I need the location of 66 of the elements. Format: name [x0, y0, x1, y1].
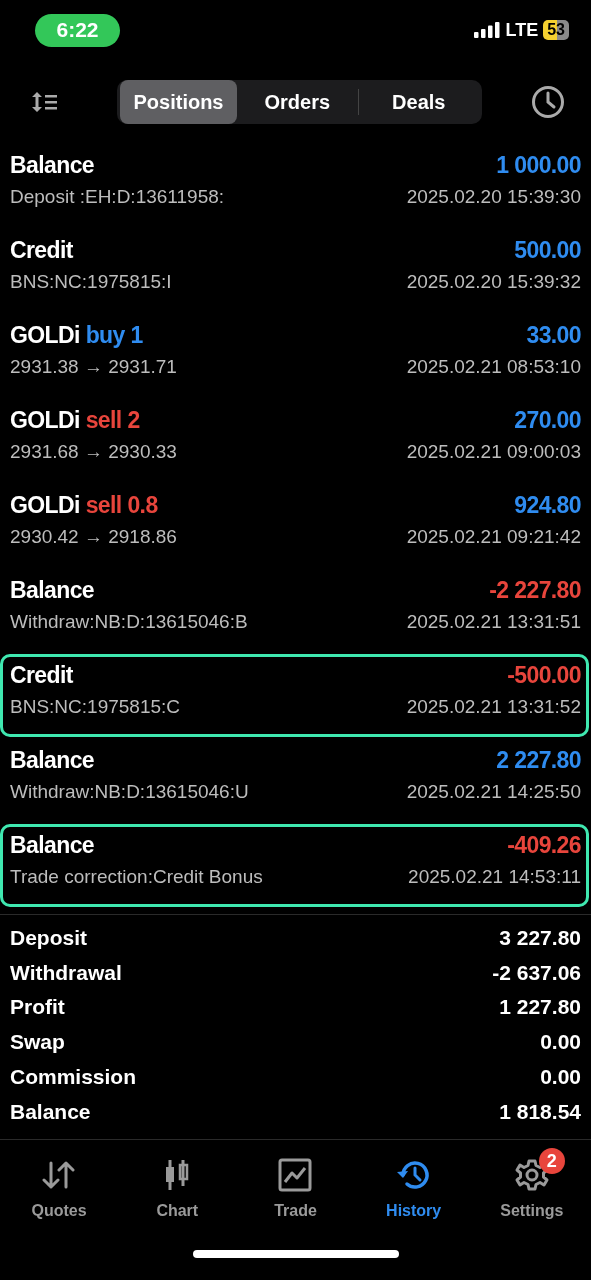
row-time: 2025.02.21 14:53:11	[408, 865, 581, 889]
row-time: 2025.02.21 09:21:42	[406, 525, 581, 549]
row-time: 2025.02.21 13:31:51	[406, 610, 581, 634]
row-comment: 2930.42 → 2918.86	[10, 525, 177, 549]
row-comment: Trade correction:Credit Bonus	[10, 865, 263, 889]
summary-label: Withdrawal	[10, 959, 122, 986]
nav-tab[interactable]: 2 Settings	[476, 1146, 587, 1221]
row-amount: 924.80	[514, 491, 581, 520]
summary-label: Balance	[10, 1098, 91, 1125]
row-comment: BNS:NC:1975815:C	[10, 695, 181, 719]
row-amount: 33.00	[526, 321, 581, 350]
signal-icon	[473, 22, 501, 38]
nav-tab[interactable]: Quotes	[4, 1146, 115, 1221]
summary-value: 1 227.80	[499, 994, 581, 1021]
row-title: GOLDi sell 2	[10, 406, 140, 435]
sort-icon[interactable]	[30, 90, 58, 114]
row-title: Credit	[10, 661, 73, 690]
row-title: Balance	[10, 576, 94, 605]
summary-value: 0.00	[540, 1063, 581, 1090]
row-title: Balance	[10, 151, 94, 180]
row-title: Credit	[10, 236, 73, 265]
row-title: Balance	[10, 746, 94, 775]
nav-tab[interactable]: Chart	[122, 1146, 233, 1221]
row-amount: 1 000.00	[496, 151, 581, 180]
clock-icon[interactable]	[531, 85, 565, 119]
row-time: 2025.02.21 08:53:10	[406, 355, 581, 379]
row-comment: Withdraw:NB:D:13615046:B	[10, 610, 248, 634]
summary-value: 1 818.54	[499, 1098, 581, 1125]
row-comment: 2931.38 → 2931.71	[10, 355, 177, 379]
row-amount: 500.00	[514, 236, 581, 265]
segment-tab[interactable]: Positions	[120, 80, 237, 124]
row-amount: -500.00	[507, 661, 581, 690]
row-amount: 2 227.80	[496, 746, 581, 775]
summary-value: 3 227.80	[499, 925, 581, 951]
row-time: 2025.02.21 14:25:50	[406, 780, 581, 804]
summary-label: Commission	[10, 1063, 137, 1090]
row-comment: BNS:NC:1975815:I	[10, 270, 172, 294]
summary-label: Swap	[10, 1029, 65, 1056]
line-chart-icon	[278, 1158, 313, 1193]
summary-label: Profit	[10, 994, 65, 1021]
row-time: 2025.02.21 09:00:03	[406, 440, 581, 464]
summary-label: Deposit	[10, 925, 87, 951]
row-time: 2025.02.21 13:31:52	[406, 695, 581, 719]
nav-tab[interactable]: Trade	[240, 1146, 351, 1221]
row-amount: 270.00	[514, 406, 581, 435]
candlestick-icon	[164, 1159, 191, 1192]
segment-tab[interactable]: Orders	[237, 80, 358, 124]
row-amount: -409.26	[507, 831, 581, 860]
summary-value: 0.00	[540, 1029, 581, 1056]
row-comment: Withdraw:NB:D:13615046:U	[10, 780, 249, 804]
settings-icon	[514, 1158, 549, 1193]
row-comment: 2931.68 → 2930.33	[10, 440, 177, 464]
notification-badge: 2	[538, 1148, 565, 1175]
row-title: Balance	[10, 831, 94, 860]
row-time: 2025.02.20 15:39:30	[406, 185, 581, 209]
battery-indicator: 53	[543, 20, 569, 40]
row-amount: -2 227.80	[489, 576, 581, 605]
row-title: GOLDi buy 1	[10, 321, 143, 350]
nav-tab[interactable]: History	[358, 1146, 469, 1221]
network-label: LTE	[505, 19, 539, 41]
row-title: GOLDi sell 0.8	[10, 491, 158, 520]
status-time: 6:22	[35, 13, 120, 47]
row-time: 2025.02.20 15:39:32	[406, 270, 581, 294]
segment-tab[interactable]: Deals	[358, 80, 479, 124]
row-comment: Deposit :EH:D:13611958:	[10, 185, 225, 209]
summary-value: -2 637.06	[492, 959, 581, 986]
